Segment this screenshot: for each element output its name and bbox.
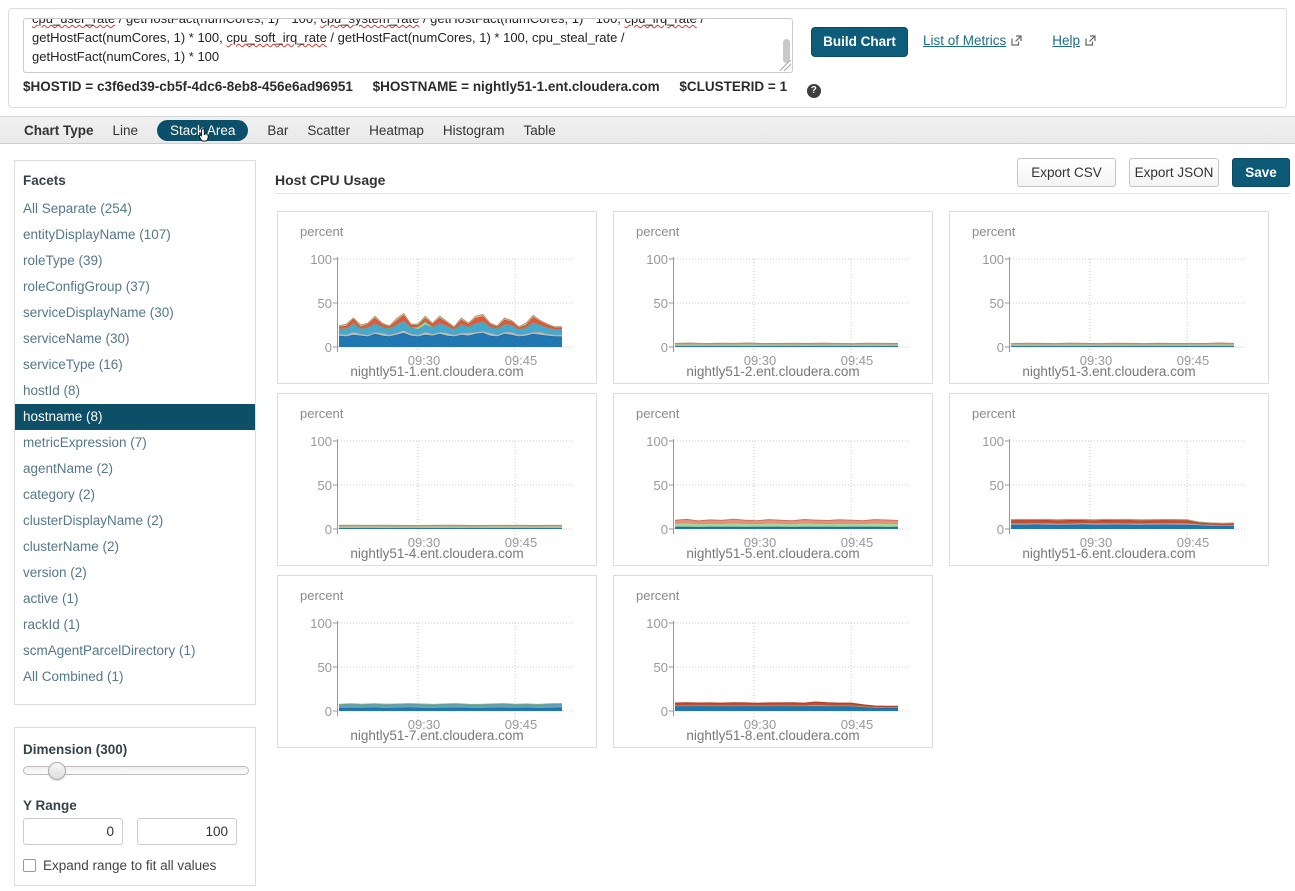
facet-item[interactable]: category (2) [15, 482, 255, 508]
facet-item[interactable]: serviceDisplayName (30) [15, 300, 255, 326]
facet-item[interactable]: active (1) [15, 586, 255, 612]
help-label: Help [1052, 33, 1080, 48]
query-text: cpu_user_rate / getHostFact(numCores, 1)… [32, 18, 776, 66]
facet-item[interactable]: roleType (39) [15, 248, 255, 274]
facet-item[interactable]: serviceName (30) [15, 326, 255, 352]
facet-item[interactable]: rackId (1) [15, 612, 255, 638]
chart-type-label: Chart Type [24, 123, 94, 138]
chart-type-option[interactable]: Heatmap [369, 123, 424, 138]
facet-item[interactable]: agentName (2) [15, 456, 255, 482]
external-link-icon [1085, 35, 1096, 46]
facet-item[interactable]: entityDisplayName (107) [15, 222, 255, 248]
chart-hostname: nightly51-6.ent.cloudera.com [950, 546, 1268, 561]
list-of-metrics-link[interactable]: List of Metrics [923, 33, 1022, 48]
facets-panel: Facets All Separate (254)entityDisplayNa… [14, 160, 256, 705]
dimension-slider[interactable] [23, 766, 249, 775]
chart-card: percent 100 50 0 09:30 09:45 nightly51-7… [277, 575, 597, 748]
expand-range-checkbox[interactable] [23, 859, 36, 872]
query-panel: cpu_user_rate / getHostFact(numCores, 1)… [8, 8, 1287, 108]
facet-item[interactable]: hostId (8) [15, 378, 255, 404]
chart-card: percent 100 50 0 09:30 09:45 nightly51-1… [277, 211, 597, 384]
chart-card: percent 100 50 0 09:30 09:45 nightly51-6… [949, 393, 1269, 566]
y-range-min-input[interactable] [23, 818, 123, 845]
facet-item[interactable]: hostname (8) [15, 404, 255, 430]
facet-item[interactable]: All Separate (254) [15, 196, 255, 222]
chart-type-option[interactable]: Bar [267, 123, 288, 138]
list-of-metrics-label: List of Metrics [923, 33, 1006, 48]
chart-type-option[interactable]: Table [523, 123, 555, 138]
chart-card: percent 100 50 0 09:30 09:45 nightly51-3… [949, 211, 1269, 384]
resize-grip-icon[interactable] [780, 60, 791, 71]
divider [275, 193, 1290, 194]
chart-hostname: nightly51-5.ent.cloudera.com [614, 546, 932, 561]
chart-card: percent 100 50 0 09:30 09:45 nightly51-8… [613, 575, 933, 748]
chart-hostname: nightly51-1.ent.cloudera.com [278, 364, 596, 379]
facets-title: Facets [15, 161, 255, 196]
context-variables: $HOSTID = c3f6ed39-cb5f-4dc6-8eb8-456e6a… [23, 79, 821, 98]
page: cpu_user_rate / getHostFact(numCores, 1)… [0, 0, 1295, 891]
chart-hostname: nightly51-2.ent.cloudera.com [614, 364, 932, 379]
help-link[interactable]: Help [1052, 33, 1096, 48]
build-chart-button[interactable]: Build Chart [811, 27, 908, 57]
facet-item[interactable]: roleConfigGroup (37) [15, 274, 255, 300]
facet-item[interactable]: All Combined (1) [15, 664, 255, 690]
external-link-icon [1011, 35, 1022, 46]
chart-card: percent 100 50 0 09:30 09:45 nightly51-2… [613, 211, 933, 384]
facet-item[interactable]: serviceType (16) [15, 352, 255, 378]
export-json-button[interactable]: Export JSON [1129, 158, 1219, 187]
chart-hostname: nightly51-7.ent.cloudera.com [278, 728, 596, 743]
chart-type-option[interactable]: Scatter [307, 123, 350, 138]
y-range-label: Y Range [23, 798, 77, 813]
page-title: Host CPU Usage [275, 172, 385, 188]
help-icon[interactable]: ? [807, 84, 821, 98]
facet-item[interactable]: metricExpression (7) [15, 430, 255, 456]
chart-hostname: nightly51-3.ent.cloudera.com [950, 364, 1268, 379]
chart-card: percent 100 50 0 09:30 09:45 nightly51-5… [613, 393, 933, 566]
chart-hostname: nightly51-8.ent.cloudera.com [614, 728, 932, 743]
expand-range-label: Expand range to fit all values [43, 858, 216, 873]
facet-item[interactable]: clusterDisplayName (2) [15, 508, 255, 534]
chart-controls-panel: Dimension (300) Y Range Expand range to … [14, 727, 256, 886]
dimension-label: Dimension (300) [23, 742, 127, 757]
chart-type-bar: Chart Type Line Stack Area Bar Scatter Heatm… [0, 116, 1295, 144]
charts-grid: percent 100 50 0 09:30 09:45 nightly51-1… [277, 211, 1270, 748]
y-range-max-input[interactable] [137, 818, 237, 845]
chart-type-option[interactable]: Stack Area [157, 120, 248, 141]
facet-item[interactable]: clusterName (2) [15, 534, 255, 560]
save-button[interactable]: Save [1232, 158, 1290, 187]
query-textarea[interactable]: cpu_user_rate / getHostFact(numCores, 1)… [23, 18, 793, 73]
chart-card: percent 100 50 0 09:30 09:45 nightly51-4… [277, 393, 597, 566]
chart-hostname: nightly51-4.ent.cloudera.com [278, 546, 596, 561]
facet-item[interactable]: scmAgentParcelDirectory (1) [15, 638, 255, 664]
dimension-slider-handle[interactable] [48, 762, 66, 780]
chart-type-option[interactable]: Histogram [443, 123, 505, 138]
export-csv-button[interactable]: Export CSV [1017, 158, 1116, 187]
facet-list: All Separate (254)entityDisplayName (107… [15, 196, 255, 690]
chart-type-option[interactable]: Line [113, 123, 139, 138]
facet-item[interactable]: version (2) [15, 560, 255, 586]
